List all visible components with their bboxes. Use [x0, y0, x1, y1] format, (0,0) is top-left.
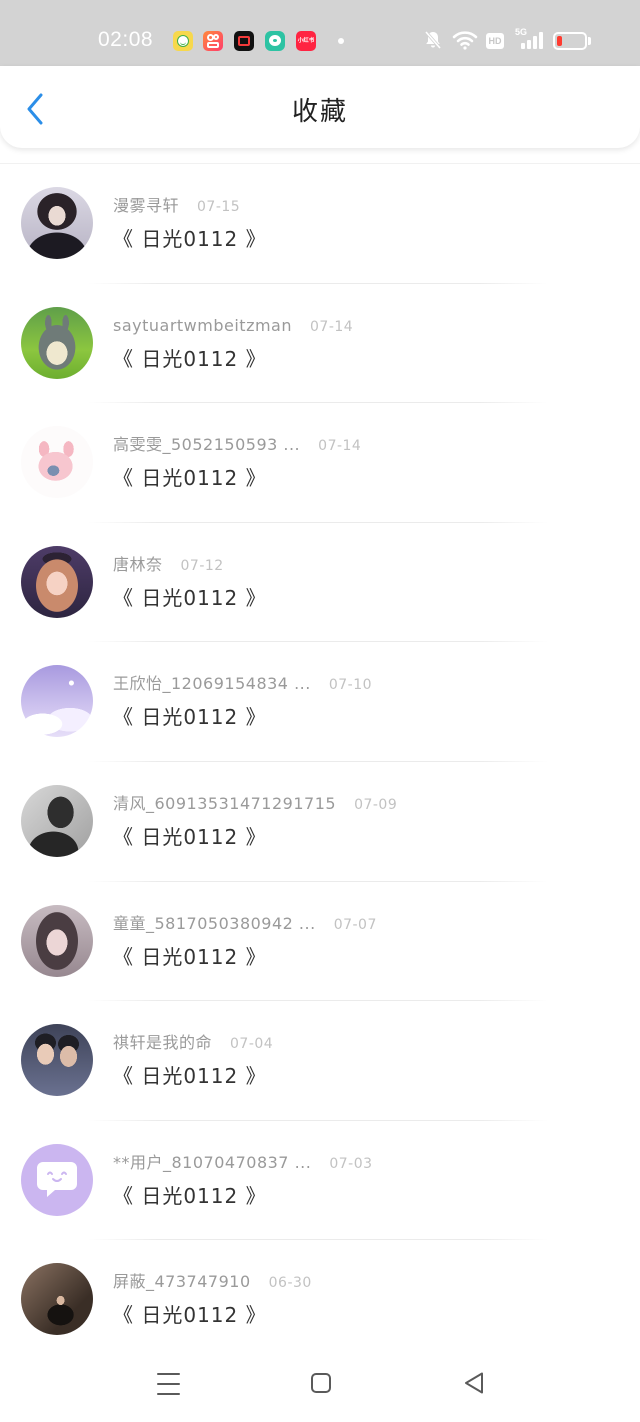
user-name: 王欣怡_12069154834 ... [113, 674, 311, 694]
favorite-date: 07-07 [333, 916, 377, 933]
user-avatar[interactable] [21, 1024, 93, 1097]
system-back-button[interactable] [456, 1366, 492, 1402]
favorite-item[interactable]: 王欣怡_12069154834 ... 07-10 《 日光0112 》 [0, 642, 640, 762]
favorite-item[interactable]: 童童_5817050380942 ... 07-07 《 日光0112 》 [0, 882, 640, 1002]
system-nav-bar [0, 1350, 640, 1422]
favorite-item[interactable]: 祺轩是我的命 07-04 《 日光0112 》 [0, 1001, 640, 1121]
video-app-icon [234, 31, 254, 51]
kuaishou-app-icon [203, 31, 223, 51]
battery-level-fill [557, 36, 562, 46]
favorite-title: 《 日光0112 》 [113, 585, 267, 610]
xiaohongshu-app-icon: 小红书 [296, 31, 316, 51]
favorite-title: 《 日光0112 》 [113, 824, 267, 849]
user-name: 清风_60913531471291715 [113, 793, 337, 813]
user-name: 祺轩是我的命 [113, 1033, 213, 1053]
favorite-title: 《 日光0112 》 [113, 466, 267, 491]
favorite-item[interactable]: 清风_60913531471291715 07-09 《 日光0112 》 [0, 762, 640, 882]
status-time: 02:08 [98, 28, 154, 51]
item-meta: 王欣怡_12069154834 ... 07-10 [113, 672, 372, 696]
favorite-item[interactable]: 屏蔽_473747910 06-30 《 日光0112 》 [0, 1240, 640, 1360]
item-meta: 高雯雯_5052150593 ... 07-14 [113, 433, 361, 457]
favorite-item[interactable]: 漫雾寻轩 07-15 《 日光0112 》 [0, 164, 640, 284]
user-avatar[interactable] [21, 306, 93, 379]
recent-apps-button[interactable] [150, 1366, 186, 1402]
user-avatar[interactable] [21, 784, 93, 857]
item-meta: 漫雾寻轩 07-15 [113, 194, 240, 218]
favorite-date: 06-30 [268, 1275, 312, 1292]
favorite-item[interactable]: saytuartwmbeitzman 07-14 《 日光0112 》 [0, 284, 640, 404]
favorites-list: 漫雾寻轩 07-15 《 日光0112 》 saytuartwmbeitzman 0… [0, 163, 640, 1360]
smiley-app-icon [173, 31, 193, 51]
favorite-title: 《 日光0112 》 [113, 1064, 267, 1089]
user-avatar[interactable] [21, 545, 93, 618]
favorite-title: 《 日光0112 》 [113, 944, 267, 969]
favorite-title: 《 日光0112 》 [113, 227, 267, 251]
user-avatar[interactable] [21, 665, 93, 738]
network-type-label: 5G [515, 27, 528, 37]
favorite-date: 07-04 [230, 1036, 274, 1053]
item-meta: 祺轩是我的命 07-04 [113, 1031, 273, 1055]
user-name: 高雯雯_5052150593 ... [113, 435, 301, 455]
item-meta: **用户_81070470837 ... 07-03 [113, 1151, 373, 1175]
user-avatar[interactable] [21, 426, 93, 499]
battery-icon [553, 32, 587, 50]
home-square-icon [311, 1373, 331, 1393]
favorite-date: 07-15 [197, 199, 241, 215]
user-avatar[interactable] [21, 187, 93, 259]
user-name: 屏蔽_473747910 [113, 1272, 251, 1292]
user-name: 唐林奈 [113, 554, 163, 574]
favorite-date: 07-12 [180, 557, 224, 574]
favorite-title: 《 日光0112 》 [113, 1183, 267, 1208]
chat-bubble-app-icon [265, 31, 285, 51]
favorite-item[interactable]: 唐林奈 07-12 《 日光0112 》 [0, 523, 640, 643]
user-avatar[interactable] [21, 904, 93, 977]
xiaohongshu-logo-text: 小红书 [297, 38, 315, 44]
chat-bubble-icon [37, 1161, 77, 1197]
user-name: 漫雾寻轩 [113, 196, 180, 215]
favorite-date: 07-03 [329, 1155, 373, 1172]
favorite-date: 07-14 [310, 318, 354, 335]
page-header: 收藏 [0, 66, 640, 148]
wifi-icon [452, 31, 478, 50]
favorite-item[interactable]: 高雯雯_5052150593 ... 07-14 《 日光0112 》 [0, 403, 640, 523]
battery-nub [588, 37, 591, 45]
item-meta: 清风_60913531471291715 07-09 [113, 792, 397, 816]
back-triangle-icon [465, 1372, 483, 1394]
user-name: **用户_81070470837 ... [113, 1152, 312, 1172]
favorite-item[interactable]: **用户_81070470837 ... 07-03 《 日光0112 》 [0, 1121, 640, 1241]
item-meta: 屏蔽_473747910 06-30 [113, 1270, 312, 1294]
mute-bell-icon [424, 30, 442, 50]
default-user-avatar[interactable] [21, 1143, 93, 1216]
page-title: 收藏 [291, 97, 348, 127]
home-button[interactable] [303, 1366, 339, 1402]
favorite-date: 07-10 [328, 677, 373, 694]
item-meta: saytuartwmbeitzman 07-14 [113, 314, 353, 338]
status-bar: 02:08 小红书 HD 5G [0, 0, 640, 68]
favorite-title: 《 日光0112 》 [113, 1303, 267, 1328]
item-meta: 唐林奈 07-12 [113, 553, 224, 577]
favorite-date: 07-09 [354, 796, 398, 813]
user-avatar[interactable] [21, 1263, 93, 1336]
item-meta: 童童_5817050380942 ... 07-07 [113, 912, 377, 936]
more-notifications-dot-icon [338, 38, 344, 44]
user-name: saytuartwmbeitzman [113, 315, 292, 335]
favorite-title: 《 日光0112 》 [113, 705, 267, 730]
user-name: 童童_5817050380942 ... [113, 913, 316, 933]
favorite-date: 07-14 [318, 438, 362, 455]
hd-icon: HD [486, 33, 504, 49]
favorite-title: 《 日光0112 》 [113, 346, 267, 371]
